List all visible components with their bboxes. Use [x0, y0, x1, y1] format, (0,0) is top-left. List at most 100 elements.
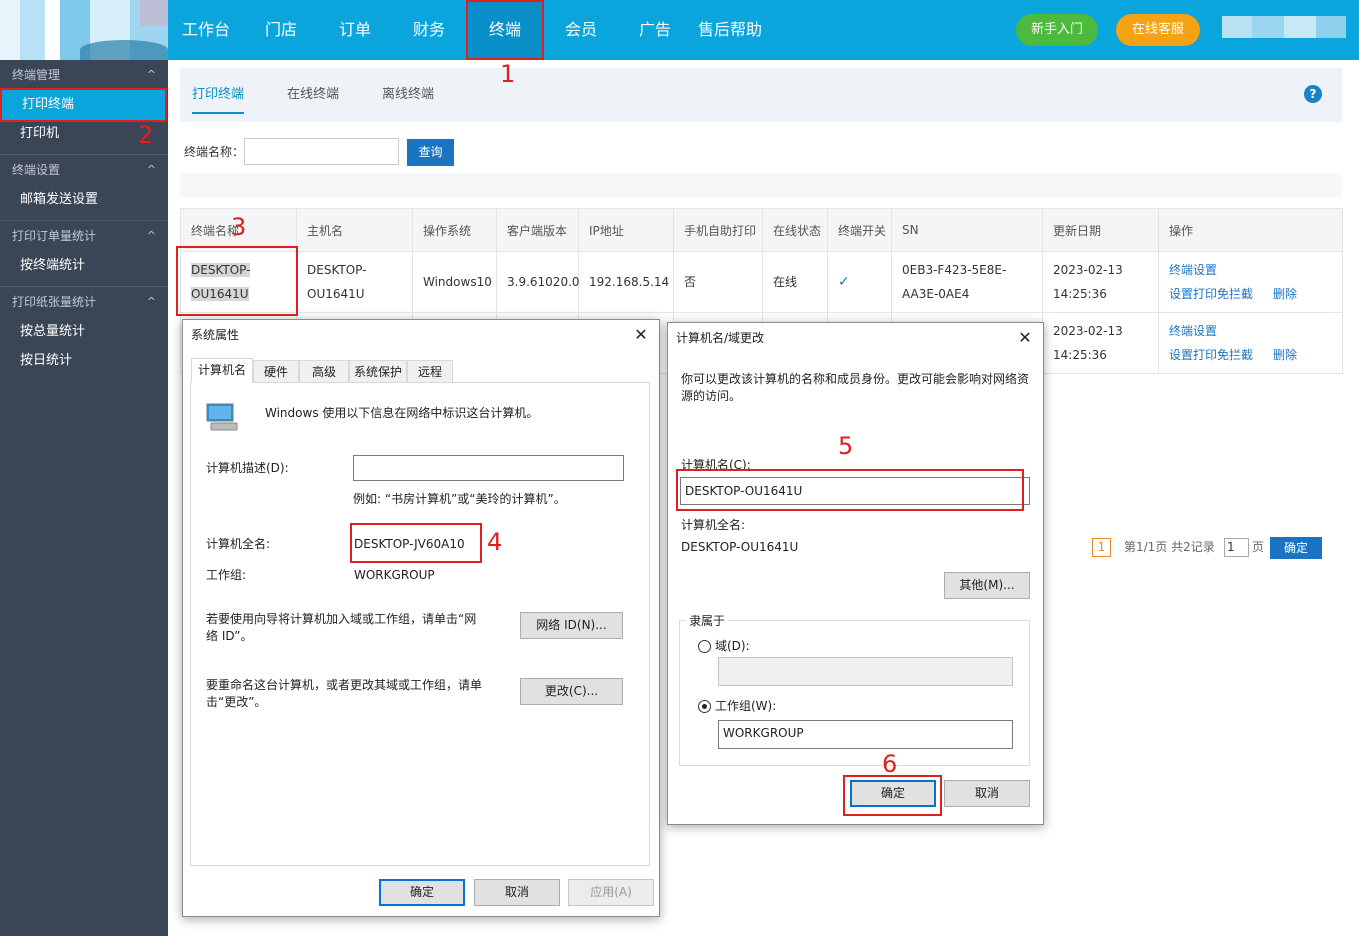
- annotation-6: 6: [882, 750, 898, 778]
- other-button[interactable]: 其他(M)...: [944, 572, 1030, 599]
- brand-logo[interactable]: [0, 0, 168, 60]
- delete-link[interactable]: 删除: [1273, 348, 1297, 362]
- tab-bar: 打印终端 在线终端 离线终端: [180, 68, 1342, 122]
- sidebar: 终端管理 ^ 打印终端 打印机 终端设置 ^ 邮箱发送设置 打印订单量统计 ^ 按终端…: [0, 60, 168, 936]
- check-icon[interactable]: ✓: [838, 274, 850, 290]
- help-icon[interactable]: ?: [1304, 85, 1322, 103]
- pager-confirm-button[interactable]: 确定: [1270, 537, 1322, 559]
- chevron-up-icon: ^: [146, 229, 156, 242]
- nav-item-stores[interactable]: 门店: [244, 0, 318, 60]
- workgroup-radio[interactable]: [698, 700, 711, 713]
- terminal-settings-link[interactable]: 终端设置: [1169, 324, 1217, 338]
- print-intercept-link[interactable]: 设置打印免拦截: [1169, 287, 1253, 301]
- nav-item-members[interactable]: 会员: [544, 0, 618, 60]
- chevron-up-icon: ^: [146, 163, 156, 176]
- tab-advanced[interactable]: 高级: [299, 360, 349, 382]
- col-self-print: 手机自助打印: [673, 208, 763, 252]
- print-intercept-link[interactable]: 设置打印免拦截: [1169, 348, 1253, 362]
- sidebar-group-order-stats[interactable]: 打印订单量统计 ^: [0, 221, 168, 251]
- col-client-version: 客户端版本: [496, 208, 579, 252]
- delete-link[interactable]: 删除: [1273, 287, 1297, 301]
- domain-input[interactable]: [718, 657, 1013, 686]
- workgroup-label: 工作组:: [206, 568, 247, 582]
- sidebar-group-label: 终端管理: [12, 68, 61, 82]
- sidebar-group-terminal-mgmt[interactable]: 终端管理 ^: [0, 60, 168, 90]
- tab-offline-terminals[interactable]: 离线终端: [382, 68, 434, 122]
- terminal-name-search-input[interactable]: [244, 138, 399, 165]
- pager-info: 第1/1页 共2记录: [1124, 540, 1215, 554]
- cell-actions: 终端设置设置打印免拦截 删除: [1158, 251, 1343, 313]
- tab-remote[interactable]: 远程: [407, 360, 453, 382]
- toolbar-strip: [180, 173, 1342, 197]
- workgroup-label: 工作组(W):: [715, 699, 777, 713]
- tab-hardware[interactable]: 硬件: [253, 360, 299, 382]
- sidebar-item-stats-by-terminal[interactable]: 按终端统计: [0, 251, 168, 281]
- newbie-button[interactable]: 新手入门: [1016, 14, 1098, 46]
- close-icon[interactable]: ✕: [1013, 323, 1037, 353]
- network-id-hint: 若要使用向导将计算机加入域或工作组，请单击“网络 ID”。: [206, 612, 477, 643]
- sidebar-item-print-terminals[interactable]: 打印终端: [0, 88, 167, 122]
- cell-hostname: DESKTOP- OU1641U: [296, 251, 413, 313]
- search-button[interactable]: 查询: [407, 139, 454, 166]
- workgroup-input[interactable]: WORKGROUP: [718, 720, 1013, 749]
- nav-item-ads[interactable]: 广告: [618, 0, 692, 60]
- annotation-2: 2: [138, 121, 154, 149]
- fullname-label: 计算机全名:: [206, 537, 271, 551]
- tab-print-terminals[interactable]: 打印终端: [192, 68, 245, 122]
- tab-online-terminals[interactable]: 在线终端: [287, 68, 339, 122]
- chevron-up-icon: ^: [146, 295, 156, 308]
- cell-switch[interactable]: ✓: [827, 251, 892, 313]
- sidebar-group-label: 打印订单量统计: [12, 229, 97, 243]
- annotation-4: 4: [487, 528, 503, 556]
- change-button[interactable]: 更改(C)...: [520, 678, 623, 705]
- network-id-button[interactable]: 网络 ID(N)...: [520, 612, 623, 639]
- cancel-button[interactable]: 取消: [474, 879, 560, 906]
- cell-client-version: 3.9.61020.0: [496, 251, 580, 313]
- nav-item-orders[interactable]: 订单: [318, 0, 392, 60]
- annotation-box-terminal-name: [176, 246, 298, 316]
- tab-computer-name[interactable]: 计算机名: [191, 358, 253, 383]
- nav-item-terminals[interactable]: 终端: [466, 0, 544, 60]
- col-online-status: 在线状态: [762, 208, 828, 252]
- nav-item-finance[interactable]: 财务: [392, 0, 466, 60]
- sidebar-item-email-settings[interactable]: 邮箱发送设置: [0, 185, 168, 215]
- ok-button[interactable]: 确定: [379, 879, 465, 906]
- apply-button[interactable]: 应用(A): [568, 879, 654, 906]
- sidebar-item-stats-daily[interactable]: 按日统计: [0, 346, 168, 376]
- col-ip: IP地址: [578, 208, 674, 252]
- sidebar-group-label: 打印纸张量统计: [12, 295, 97, 309]
- user-account[interactable]: [1222, 16, 1346, 38]
- sidebar-group-terminal-settings[interactable]: 终端设置 ^: [0, 155, 168, 185]
- sidebar-item-stats-total[interactable]: 按总量统计: [0, 317, 168, 347]
- close-icon[interactable]: ✕: [629, 320, 653, 350]
- nav-item-aftersales[interactable]: 售后帮助: [692, 0, 768, 60]
- cell-update-date: 2023-02-13 14:25:36: [1042, 251, 1159, 313]
- computer-description-input[interactable]: [353, 455, 624, 481]
- cancel-button[interactable]: 取消: [944, 780, 1030, 807]
- sidebar-group-label: 终端设置: [12, 163, 61, 177]
- intro-text: Windows 使用以下信息在网络中标识这台计算机。: [265, 406, 539, 420]
- search-label: 终端名称：: [184, 145, 245, 159]
- tab-system-protection[interactable]: 系统保护: [349, 360, 407, 382]
- annotation-box-computer-name: [676, 469, 1024, 511]
- domain-radio[interactable]: [698, 640, 711, 653]
- workgroup-value: WORKGROUP: [354, 568, 435, 582]
- cell-online-status: 在线: [762, 251, 828, 313]
- computer-name-change-dialog: 计算机名/域更改 ✕ 你可以更改该计算机的名称和成员身份。更改可能会影响对网络资…: [667, 322, 1044, 825]
- terminal-settings-link[interactable]: 终端设置: [1169, 263, 1217, 277]
- table-header-row: 终端名称 主机名 操作系统 客户端版本 IP地址 手机自助打印 在线状态 终端开…: [180, 208, 1343, 252]
- system-properties-dialog: 系统属性 ✕ 计算机名 硬件 高级 系统保护 远程 Windows 使用以下信息…: [182, 319, 660, 917]
- top-nav: 工作台 门店 订单 财务 终端 会员 广告 售后帮助 新手入门 在线客服: [0, 0, 1359, 60]
- fullname-label: 计算机全名:: [681, 518, 746, 532]
- dialog-title: 计算机名/域更改: [676, 331, 765, 345]
- nav-item-workbench[interactable]: 工作台: [168, 0, 244, 60]
- online-support-button[interactable]: 在线客服: [1116, 14, 1200, 46]
- chevron-up-icon: ^: [146, 68, 156, 81]
- pager-current-page[interactable]: 1: [1092, 538, 1111, 557]
- sidebar-group-paper-stats[interactable]: 打印纸张量统计 ^: [0, 287, 168, 317]
- pager-page-input[interactable]: 1: [1224, 538, 1249, 557]
- desc-label: 计算机描述(D):: [206, 461, 289, 475]
- cell-sn: 0EB3-F423-5E8E- AA3E-0AE4: [891, 251, 1043, 313]
- cell-os: Windows10: [412, 251, 497, 313]
- annotation-box-fullname: [350, 523, 482, 563]
